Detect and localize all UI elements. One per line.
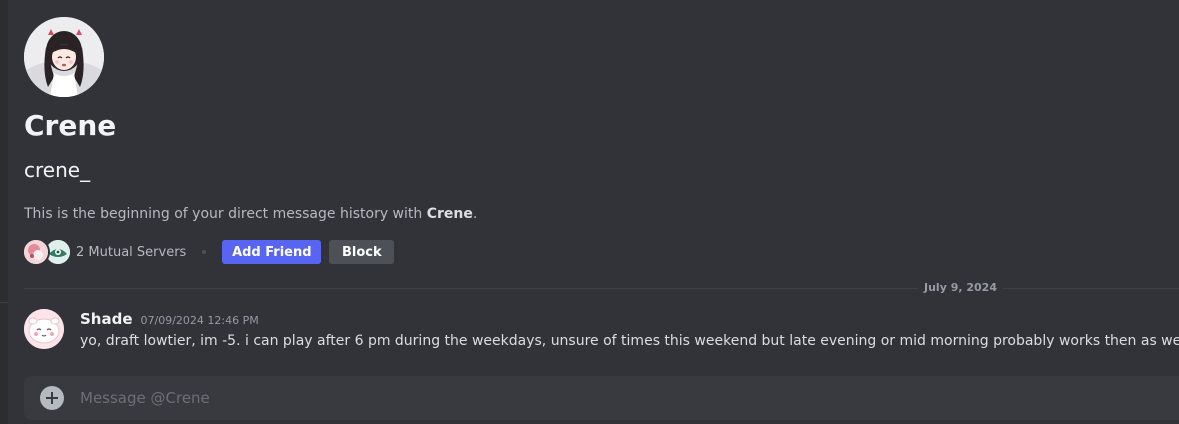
profile-actions: 2 Mutual Servers Add Friend Block	[22, 238, 395, 266]
mutual-server-icons[interactable]	[22, 238, 72, 266]
separator-dot	[202, 250, 207, 254]
message-author-avatar[interactable]	[24, 309, 64, 349]
profile-avatar-image	[24, 17, 104, 97]
add-attachment-icon[interactable]	[40, 386, 64, 410]
sidebar-edge	[0, 0, 8, 424]
dm-channel: Crene crene_ This is the beginning of yo…	[0, 0, 1179, 424]
message-content: yo, draft lowtier, im -5. i can play aft…	[80, 333, 1179, 349]
profile-display-name: Crene	[24, 109, 117, 142]
dm-intro-text: This is the beginning of your direct mes…	[24, 204, 477, 224]
message-author-avatar-image	[24, 309, 64, 349]
message-composer	[24, 376, 1179, 420]
message-timestamp: 07/09/2024 12:46 PM	[140, 314, 259, 327]
dm-intro-prefix: This is the beginning of your direct mes…	[24, 206, 427, 222]
message-author[interactable]: Shade	[80, 309, 133, 329]
date-divider	[24, 288, 1179, 289]
profile-avatar[interactable]	[24, 17, 104, 97]
add-friend-button[interactable]: Add Friend	[222, 240, 322, 264]
dm-intro-suffix: .	[472, 206, 478, 222]
message-header: Shade 07/09/2024 12:46 PM	[80, 309, 259, 329]
dm-intro-name: Crene	[426, 206, 473, 222]
mutual-servers-link[interactable]: 2 Mutual Servers	[76, 245, 186, 260]
sidebar-divider	[0, 302, 8, 303]
mutual-server-icon	[22, 238, 50, 266]
profile-username: crene_	[24, 158, 91, 182]
date-divider-label: July 9, 2024	[918, 280, 1003, 296]
message-input[interactable]	[80, 376, 1170, 420]
block-button[interactable]: Block	[329, 240, 395, 264]
